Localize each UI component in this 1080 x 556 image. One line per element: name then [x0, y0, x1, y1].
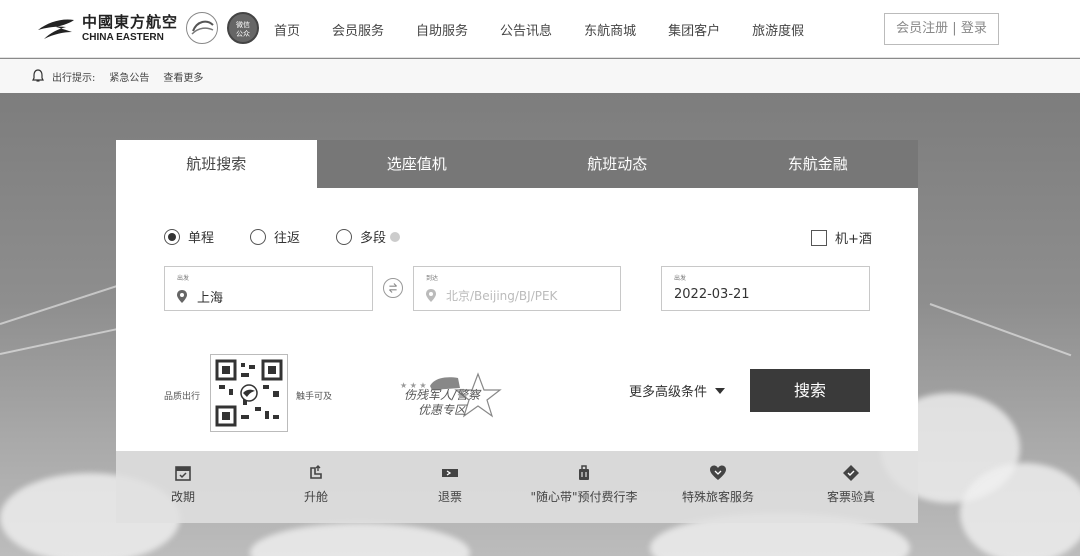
trip-round-trip-label: 往返 — [274, 231, 301, 246]
flight-hotel-label: 机+酒 — [835, 232, 872, 247]
veteran-police-promo[interactable]: 伤残军人/警察 优惠专区 — [402, 388, 482, 418]
nav-home[interactable]: 首页 — [274, 20, 300, 39]
service-special-passenger[interactable]: 特殊旅客服务 — [658, 464, 778, 505]
info-icon[interactable] — [390, 231, 401, 242]
calendar-icon — [175, 466, 191, 481]
more-conditions-dropdown[interactable]: 更多高级条件 — [629, 381, 726, 400]
nav-self-service[interactable]: 自助服务 — [416, 20, 468, 39]
notice-label: 出行提示: — [52, 72, 96, 84]
radio-checked-icon — [164, 228, 180, 245]
flight-hotel-checkbox[interactable]: 机+酒 — [811, 228, 872, 247]
trip-type-group: 单程 往返 多段 — [164, 227, 436, 246]
trip-round-trip[interactable]: 往返 — [250, 227, 300, 246]
service-ticket-verify[interactable]: 客票验真 — [791, 464, 911, 505]
ticket-icon — [442, 469, 458, 477]
checkbox-icon — [811, 229, 827, 246]
location-pin-icon — [426, 289, 436, 302]
date-value: 2022-03-21 — [674, 287, 750, 302]
logo-english-text: CHINA EASTERN — [82, 32, 164, 43]
main-nav: 首页 会员服务 自助服务 公告讯息 东航商城 集团客户 旅游度假 — [274, 20, 836, 39]
tab-flight-status[interactable]: 航班动态 — [517, 140, 718, 188]
radio-icon — [336, 228, 353, 245]
logo-chinese-text: 中國東方航空 — [82, 13, 179, 31]
location-pin-icon — [177, 290, 187, 303]
view-more-link[interactable]: 查看更多 — [163, 69, 203, 84]
nav-member-services[interactable]: 会员服务 — [332, 20, 384, 39]
wechat-official-badge[interactable]: 微信 公众 — [227, 12, 259, 44]
service-ticket-verify-label: 客票验真 — [826, 490, 875, 504]
service-prepaid-baggage[interactable]: "随心带"预付费行李 — [524, 464, 644, 505]
nav-travel[interactable]: 旅游度假 — [752, 20, 804, 39]
nav-mall[interactable]: 东航商城 — [584, 20, 636, 39]
arrival-label: 到达 — [426, 275, 439, 282]
nav-corporate[interactable]: 集团客户 — [668, 20, 720, 39]
nav-announcements[interactable]: 公告讯息 — [500, 20, 552, 39]
departure-label: 出发 — [177, 275, 190, 282]
departure-field[interactable]: 出发 上海 — [164, 266, 373, 311]
register-login-button[interactable]: 会员注册 | 登录 — [884, 13, 999, 45]
skyteam-badge-icon[interactable] — [186, 12, 218, 44]
swap-cities-icon[interactable] — [383, 278, 403, 298]
china-eastern-logo[interactable]: 中國東方航空 CHINA EASTERN — [34, 12, 178, 46]
date-label: 出发 — [674, 275, 687, 282]
panel-tabs: 航班搜索 选座值机 航班动态 东航金融 — [116, 140, 918, 188]
search-button[interactable]: 搜索 — [750, 369, 870, 412]
tab-finance[interactable]: 东航金融 — [718, 140, 919, 188]
arrival-field[interactable]: 到达 北京/Beijing/BJ/PEK — [413, 266, 621, 311]
swallow-logo-icon — [38, 19, 74, 39]
service-upgrade-label: 升舱 — [303, 490, 328, 504]
trip-multi-city[interactable]: 多段 — [336, 227, 401, 246]
trip-one-way[interactable]: 单程 — [164, 227, 214, 246]
notice-bar: 出行提示: 紧急公告 查看更多 — [0, 59, 1080, 93]
tab-flight-search[interactable]: 航班搜索 — [116, 140, 317, 188]
seat-upgrade-icon — [310, 465, 322, 479]
heart-care-icon — [710, 465, 726, 480]
bell-icon — [32, 69, 44, 82]
qr-right-label: 触手可及 — [296, 392, 333, 402]
departure-value: 上海 — [197, 291, 224, 306]
caret-down-icon — [715, 387, 726, 394]
luggage-icon — [579, 465, 589, 480]
trip-one-way-label: 单程 — [188, 231, 215, 246]
radio-icon — [250, 228, 267, 245]
service-prepaid-baggage-label: "随心带"预付费行李 — [530, 490, 638, 504]
service-refund-label: 退票 — [437, 490, 462, 504]
service-upgrade[interactable]: 升舱 — [256, 464, 376, 505]
app-qr-code — [210, 354, 288, 432]
verify-ticket-icon — [843, 465, 859, 481]
top-header: 中國東方航空 CHINA EASTERN 微信 公众 首页 会员服务 自助服务 公… — [0, 0, 1080, 58]
arrival-placeholder: 北京/Beijing/BJ/PEK — [446, 289, 558, 303]
service-refund[interactable]: 退票 — [390, 464, 510, 505]
more-conditions-label: 更多高级条件 — [629, 385, 708, 400]
service-special-passenger-label: 特殊旅客服务 — [681, 490, 754, 504]
urgent-notice-link[interactable]: 紧急公告 — [109, 69, 149, 84]
service-change-date[interactable]: 改期 — [123, 464, 243, 505]
promo-line2: 优惠专区 — [417, 403, 466, 417]
service-change-date-label: 改期 — [170, 490, 195, 504]
tab-seat-checkin[interactable]: 选座值机 — [317, 140, 518, 188]
qr-left-label: 品质出行 — [164, 392, 201, 402]
promo-line1: 伤残军人/警察 — [403, 388, 481, 402]
trip-multi-city-label: 多段 — [360, 231, 387, 246]
departure-date-field[interactable]: 出发 2022-03-21 — [661, 266, 870, 311]
